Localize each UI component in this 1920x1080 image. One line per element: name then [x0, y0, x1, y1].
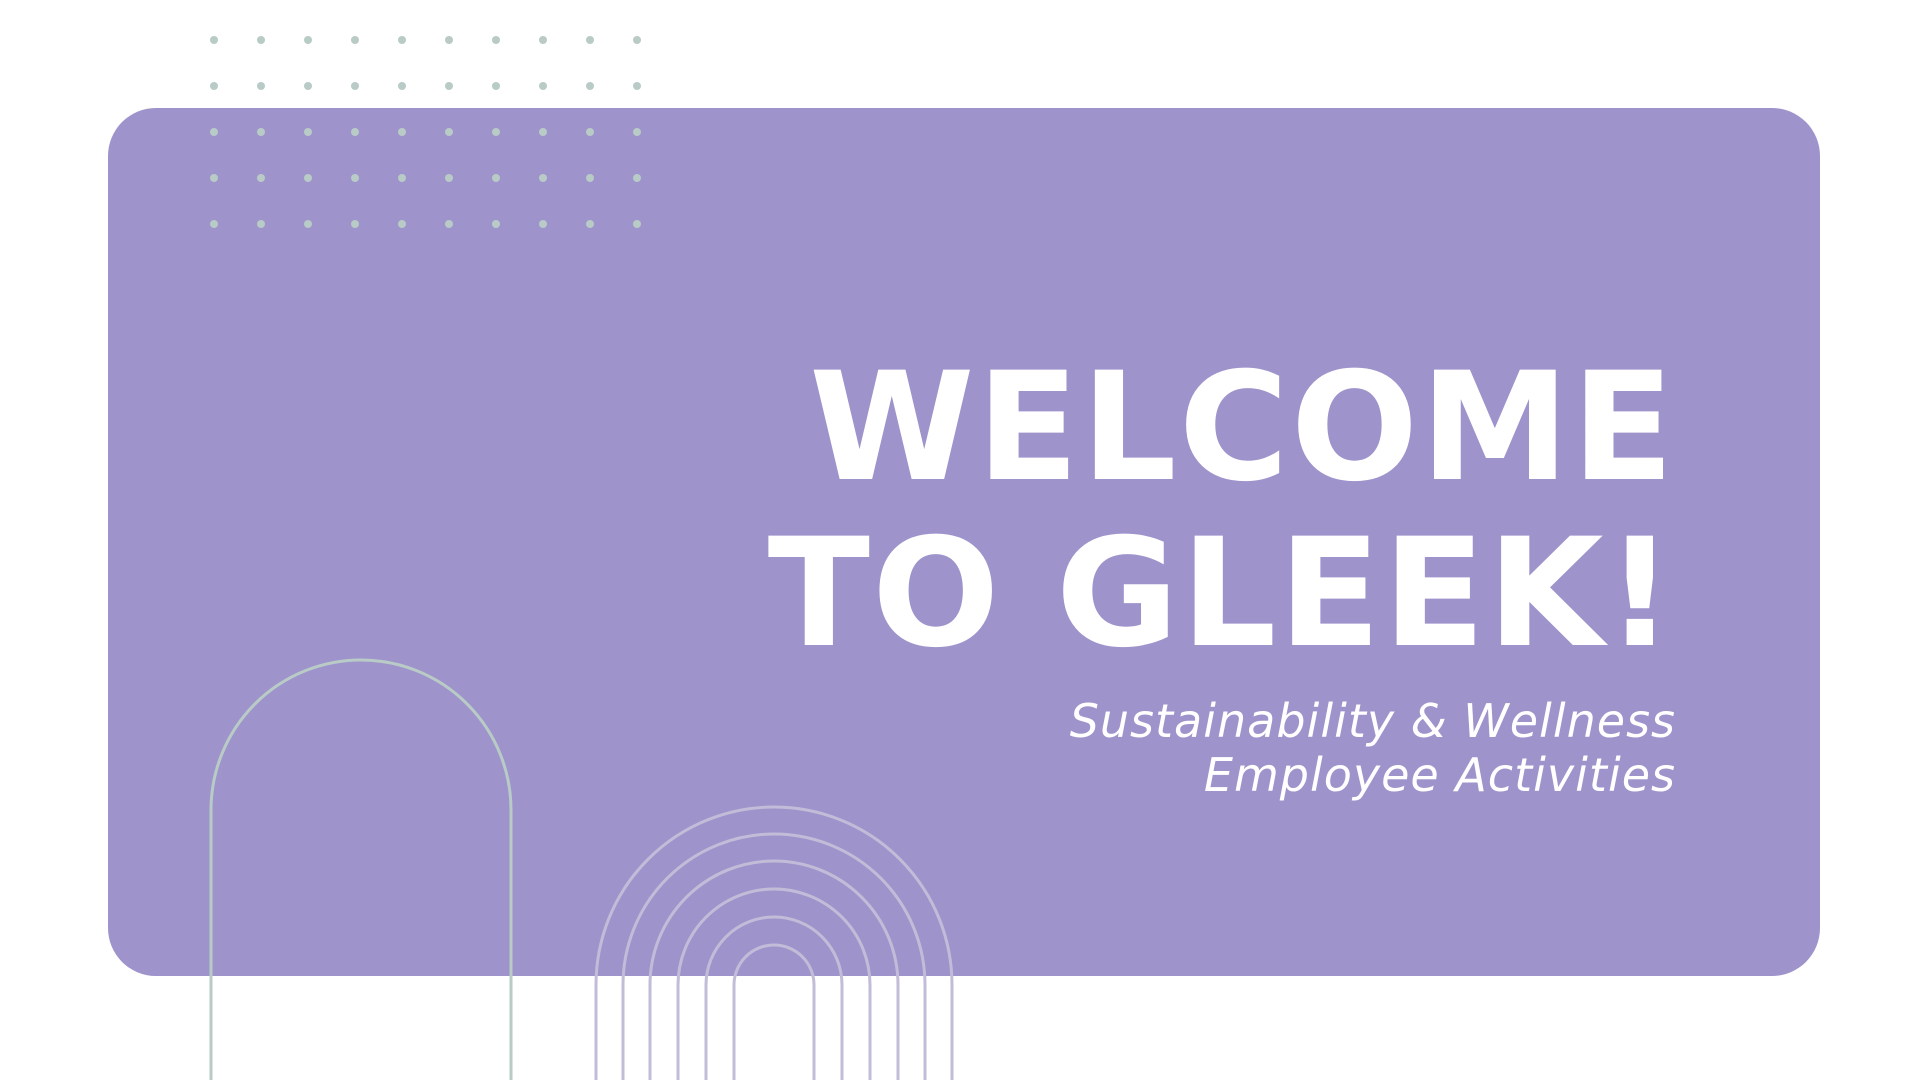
- subtitle-line-1: Sustainability & Wellness: [1069, 694, 1676, 748]
- subtitle-block: Sustainability & Wellness Employee Activ…: [1070, 694, 1676, 802]
- arch-ring: [648, 859, 900, 1080]
- title-line-2: TO GLEEK!: [767, 507, 1676, 681]
- arch-ring: [732, 943, 816, 1080]
- arch-ring: [704, 915, 844, 1080]
- title-line-1: WELCOME: [809, 341, 1676, 515]
- slide: WELCOME TO GLEEK! Sustainability & Welln…: [0, 0, 1920, 1080]
- arch-ring: [621, 832, 927, 1080]
- title-block: WELCOME TO GLEEK!: [768, 345, 1676, 677]
- single-arch-icon: [209, 658, 513, 1080]
- subtitle-line-2: Employee Activities: [1203, 748, 1676, 802]
- nested-arches-icon: [594, 805, 954, 1080]
